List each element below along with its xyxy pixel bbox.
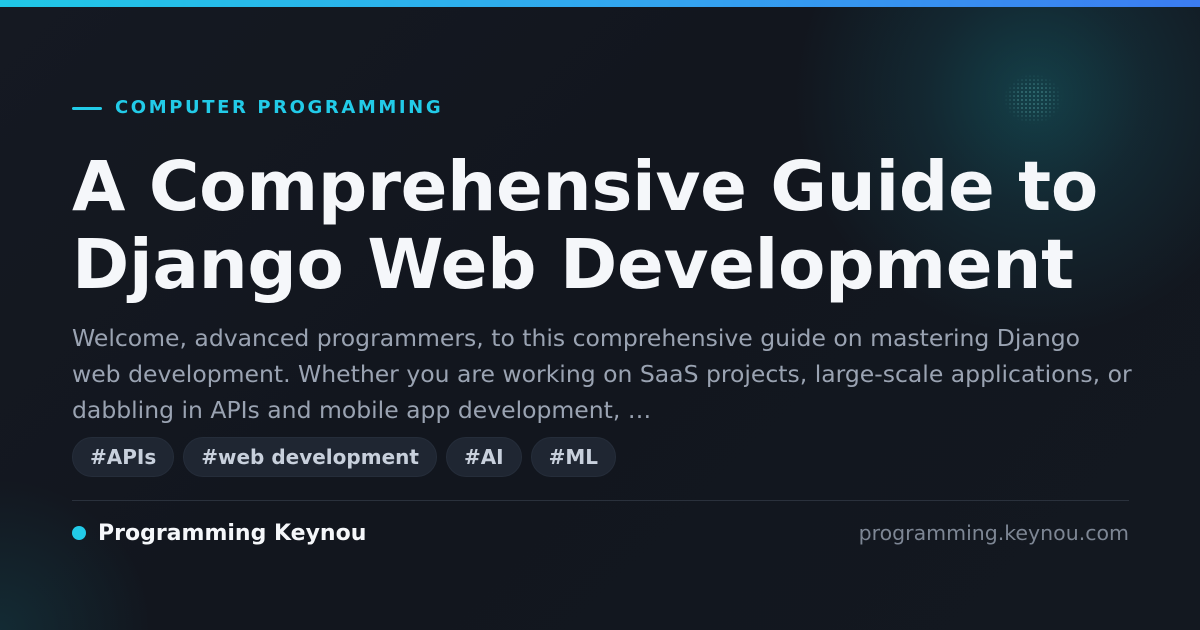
tag-apis[interactable]: #APIs xyxy=(72,437,175,477)
tag-list: #APIs #web development #AI #ML xyxy=(72,437,617,477)
preview-card: COMPUTER PROGRAMMING A Comprehensive Gui… xyxy=(0,0,1200,630)
article-excerpt: Welcome, advanced programmers, to this c… xyxy=(72,324,1132,424)
article-title: A Comprehensive Guide to Django Web Deve… xyxy=(72,147,1098,305)
brand: Programming Keynou xyxy=(72,519,366,547)
dot-pattern-decoration xyxy=(1004,74,1062,124)
brand-name: Programming Keynou xyxy=(98,520,367,546)
footer-divider xyxy=(72,500,1129,501)
site-domain[interactable]: programming.keynou.com xyxy=(859,519,1129,547)
category-eyebrow: COMPUTER PROGRAMMING xyxy=(72,96,443,120)
tag-ai[interactable]: #AI xyxy=(445,437,522,477)
accent-gradient-bar xyxy=(0,0,1200,7)
category-dash-icon xyxy=(72,106,102,110)
tag-ml[interactable]: #ML xyxy=(530,437,617,477)
brand-dot-icon xyxy=(72,526,86,540)
tag-web-development[interactable]: #web development xyxy=(183,437,437,477)
category-label: COMPUTER PROGRAMMING xyxy=(115,97,444,118)
